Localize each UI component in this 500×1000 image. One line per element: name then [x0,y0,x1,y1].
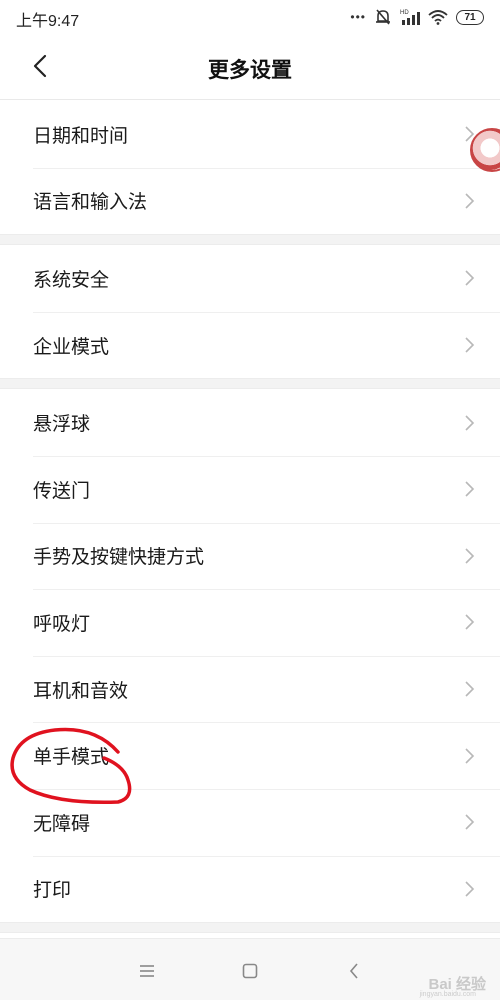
setting-headphones-audio[interactable]: 耳机和音效 [0,655,500,723]
alarm-off-icon [376,9,390,25]
home-button[interactable] [236,957,264,985]
setting-date-time[interactable]: 日期和时间 [0,101,500,168]
nav-back-icon [349,963,358,979]
header: 更多设置 [0,34,500,100]
setting-label: 系统安全 [33,269,110,291]
setting-accessibility[interactable]: 无障碍 [0,788,500,856]
watermark-url: jingyan.baidu.com [419,991,476,998]
setting-portal[interactable]: 传送门 [0,455,500,523]
chevron-right-icon [465,193,475,209]
group-divider [0,234,500,246]
group-divider [0,922,500,934]
settings-group-2: 系统安全 企业模式 [0,245,500,379]
more-dots-icon: ••• [350,10,366,24]
setting-one-handed-mode[interactable]: 单手模式 [0,722,500,789]
battery-icon: 71 [456,9,484,25]
status-time: 上午9:47 [16,13,80,30]
nav-back-button[interactable] [340,957,368,985]
chevron-right-icon [465,548,475,564]
setting-notification-light[interactable]: 呼吸灯 [0,589,500,656]
setting-label: 耳机和音效 [33,680,129,702]
status-icons: ••• HD 71 [350,6,484,28]
setting-label: 企业模式 [33,336,110,358]
square-home-icon [242,963,258,979]
chevron-right-icon [465,814,475,830]
settings-group-3: 悬浮球 传送门 手势及按键快捷方式 呼吸灯 耳机和音效 单手模式 无障碍 打印 [0,389,500,923]
chevron-right-icon [465,337,475,353]
chevron-right-icon [465,481,475,497]
setting-label: 语言和输入法 [33,192,148,214]
chevron-right-icon [465,614,475,631]
chevron-right-icon [465,415,475,431]
page-title: 更多设置 [208,59,292,82]
setting-label: 单手模式 [33,747,110,769]
chevron-right-icon [465,881,475,897]
menu-button[interactable] [133,957,161,985]
setting-language-input[interactable]: 语言和输入法 [0,167,500,235]
wifi-icon [428,10,448,25]
setting-label: 手势及按键快捷方式 [33,547,205,569]
svg-text:HD: HD [400,10,409,16]
chevron-right-icon [465,270,475,287]
chevron-right-icon [465,748,475,764]
setting-label: 呼吸灯 [33,613,91,635]
setting-label: 打印 [33,880,72,902]
setting-system-security[interactable]: 系统安全 [0,245,500,312]
menu-icon [140,965,154,977]
setting-label: 日期和时间 [33,125,129,147]
signal-icon: HD [400,10,420,25]
status-bar: 上午9:47 ••• HD 71 [0,0,500,34]
setting-enterprise-mode[interactable]: 企业模式 [0,311,500,379]
setting-printing[interactable]: 打印 [0,855,500,923]
navigation-bar: Bai 经验 jingyan.baidu.com [0,938,500,1000]
setting-gesture-shortcuts[interactable]: 手势及按键快捷方式 [0,522,500,590]
settings-group-1: 日期和时间 语言和输入法 [0,101,500,235]
setting-label: 传送门 [33,480,91,502]
chevron-right-icon [465,681,475,697]
settings-list: 日期和时间 语言和输入法 系统安全 企业模式 悬浮球 传送门 手势及按键快捷方式 [0,101,500,934]
setting-label: 悬浮球 [33,414,91,436]
group-divider [0,378,500,390]
setting-floating-ball[interactable]: 悬浮球 [0,389,500,456]
setting-label: 无障碍 [33,813,91,835]
